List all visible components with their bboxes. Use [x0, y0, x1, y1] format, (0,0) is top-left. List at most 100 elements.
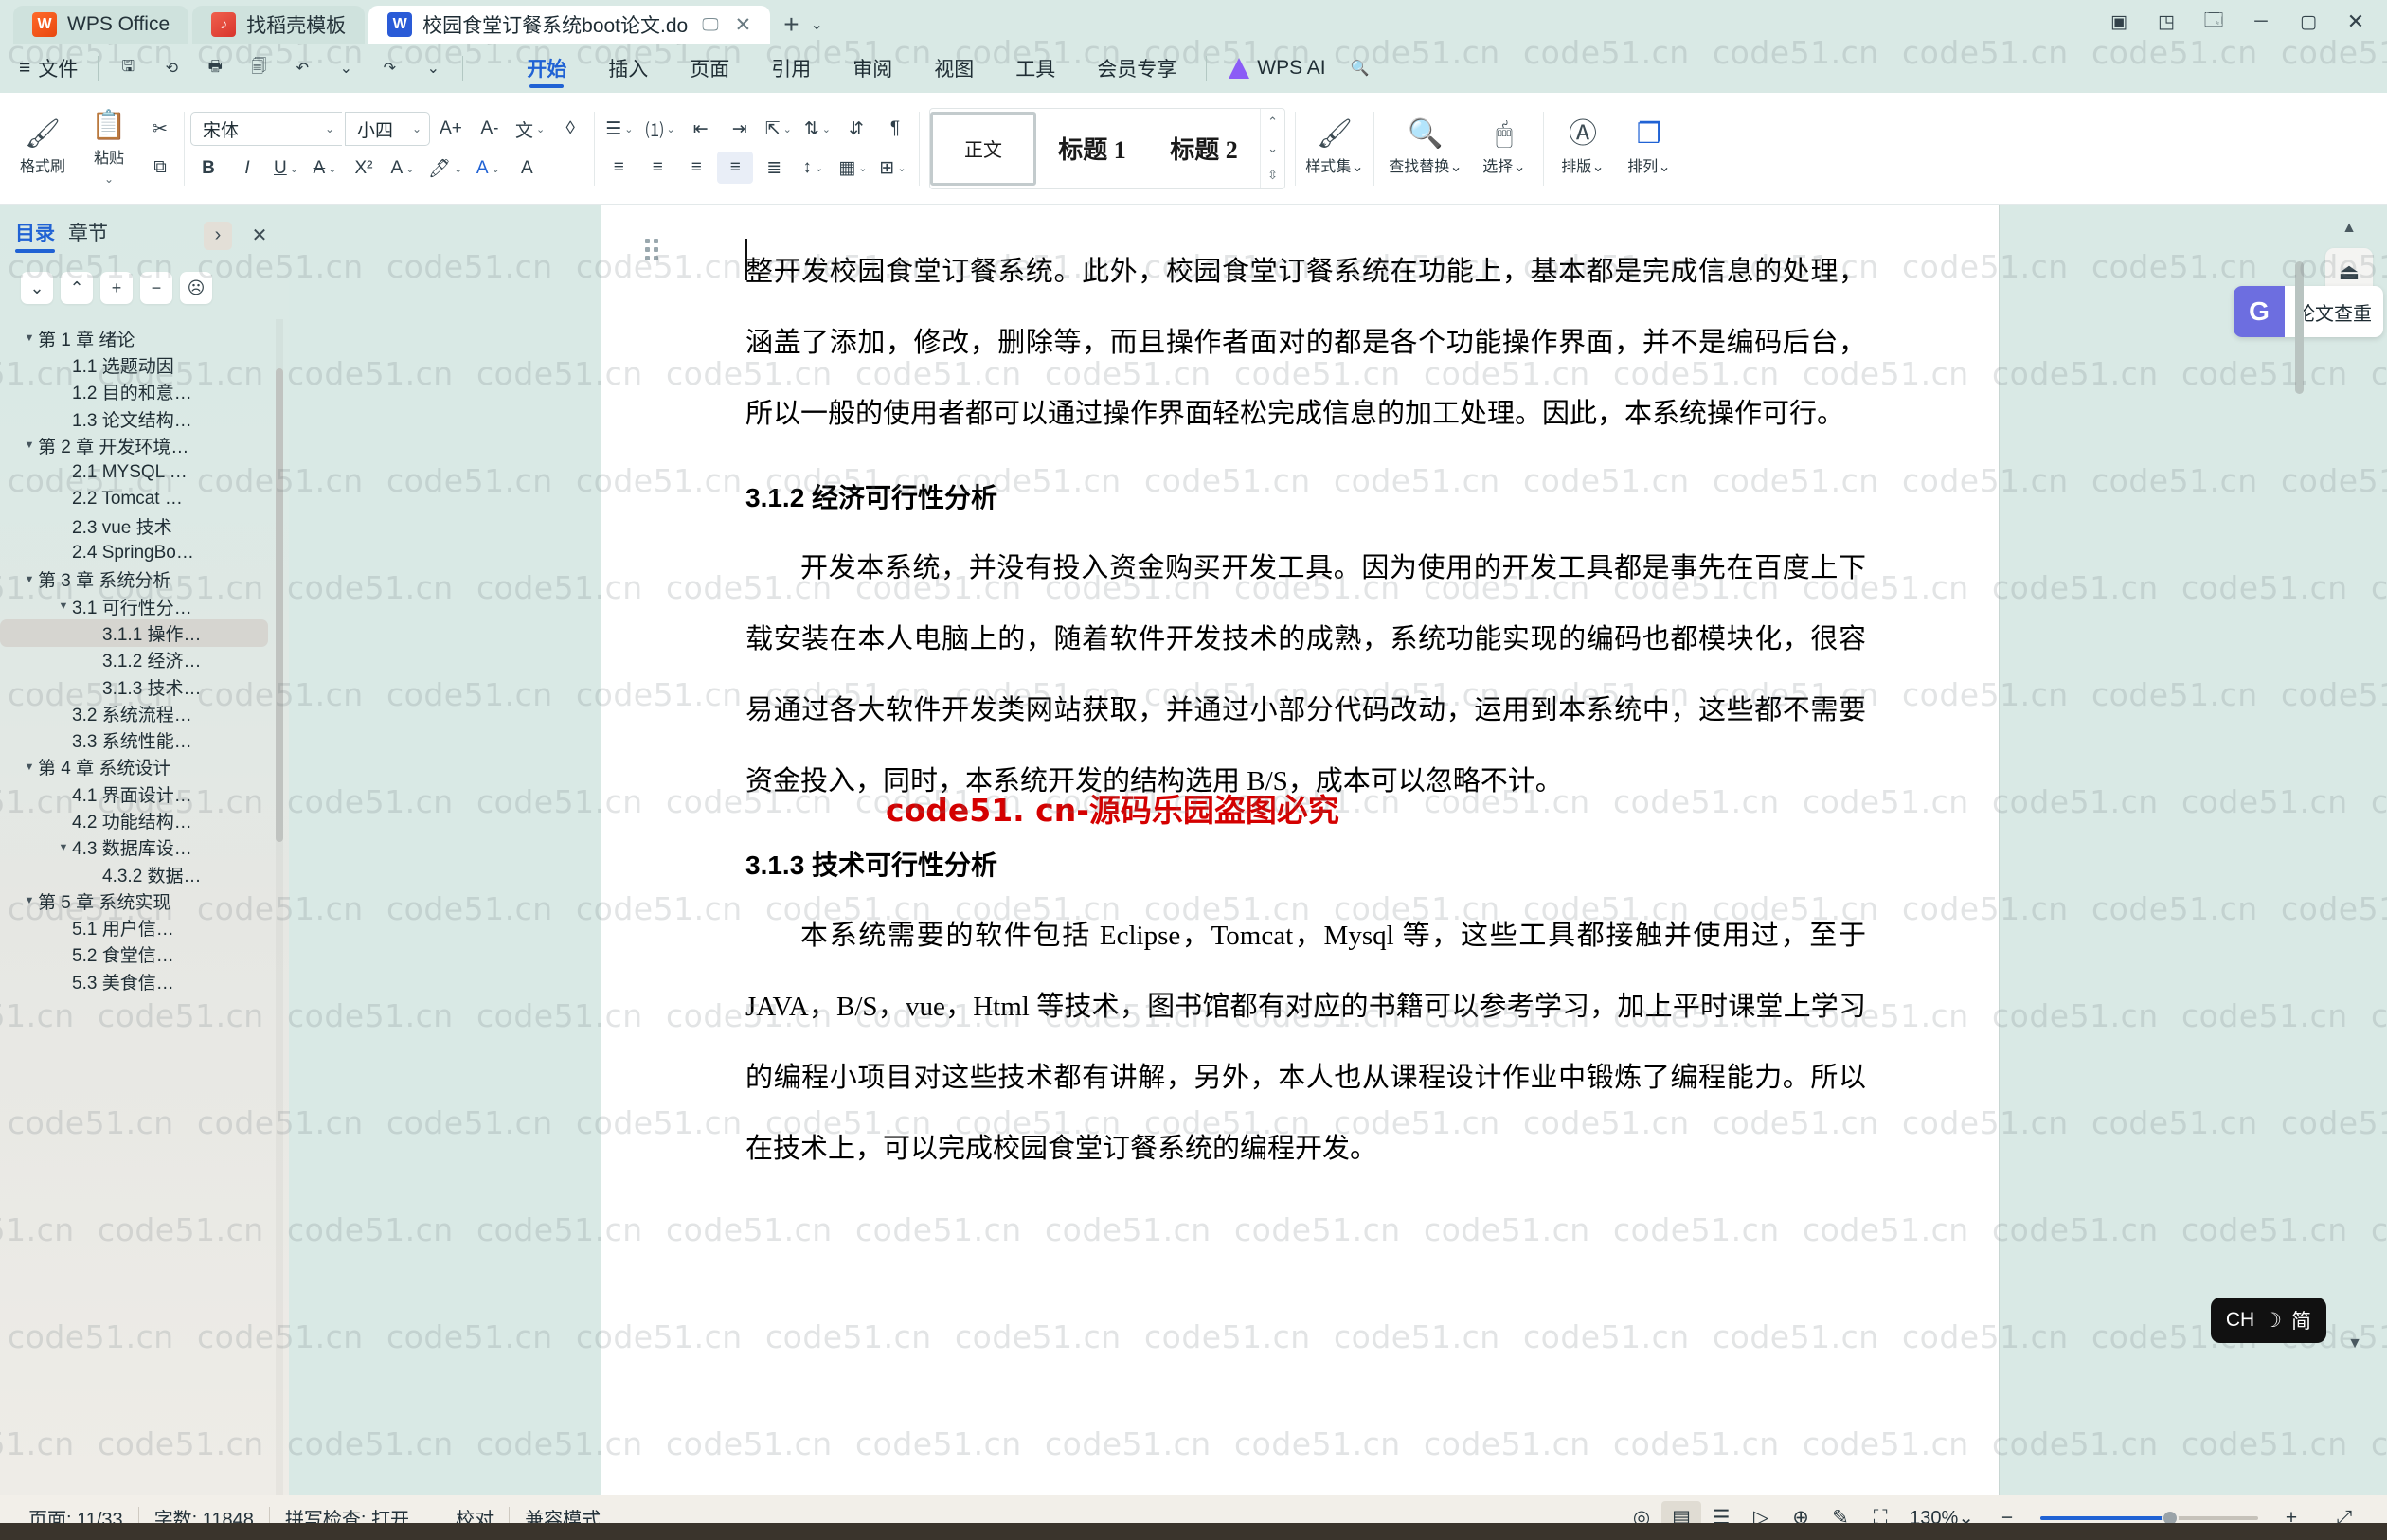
expand-down-icon[interactable]: ⌄ — [21, 272, 53, 304]
underline-button[interactable]: U ⌄ — [268, 152, 304, 185]
screenshot-icon[interactable]: 🗔 — [2192, 6, 2235, 38]
scroll-down-icon[interactable]: ▼ — [2347, 1335, 2362, 1352]
tab-monitor-icon[interactable]: 🖵 — [702, 15, 718, 35]
grow-font-button[interactable]: A+ — [433, 113, 469, 145]
outline-item[interactable]: 2.2 Tomcat … — [0, 486, 289, 512]
new-tab-area[interactable]: + ⌄ — [783, 11, 823, 38]
document-heading[interactable]: 3.1.3 技术可行性分析 — [745, 831, 1866, 901]
tab-document-active[interactable]: W 校园食堂订餐系统boot论文.do 🖵 ✕ — [368, 6, 771, 44]
outline-item[interactable]: ▼ 第 1 章 绪论 — [0, 325, 289, 351]
styles-scroll-up-icon[interactable]: ⌃ — [1267, 115, 1278, 130]
find-replace-button[interactable]: 🔍 查找替换⌄ — [1380, 120, 1471, 176]
font-size-select[interactable]: 小四 ⌄ — [345, 112, 430, 146]
save-icon[interactable]: 🖫 — [107, 49, 149, 87]
paste-button[interactable]: 📋 粘贴 ⌄ — [76, 111, 142, 186]
close-icon[interactable]: ✕ — [245, 222, 274, 250]
style-set-button[interactable]: 🖌 样式集⌄ — [1301, 120, 1368, 176]
outline-item[interactable]: 5.3 美食信… — [0, 968, 289, 994]
typeset-button[interactable]: Ⓐ 排版⌄ — [1550, 120, 1616, 176]
tab-tools[interactable]: 工具 — [995, 46, 1076, 90]
outline-item[interactable]: ▼ 第 4 章 系统设计 — [0, 754, 289, 780]
scroll-up-icon[interactable]: ▲ — [2342, 220, 2357, 237]
file-menu-button[interactable]: ≡ 文件 — [11, 49, 89, 87]
tab-wps-office[interactable]: W WPS Office — [13, 6, 189, 44]
shrink-font-button[interactable]: A- — [472, 113, 508, 145]
italic-button[interactable]: I — [229, 152, 265, 185]
outline-item[interactable]: 1.2 目的和意… — [0, 379, 289, 405]
borders-icon[interactable]: ⊞ ⌄ — [874, 152, 910, 184]
line-spacing-icon[interactable]: ↕ ⌄ — [795, 152, 831, 184]
plagiarism-check-card[interactable]: G 论文查重 — [2234, 286, 2383, 337]
char-border-button[interactable]: A — [509, 152, 545, 185]
align-left-icon[interactable]: ≡ — [601, 152, 637, 184]
distribute-icon[interactable]: ≣ — [756, 152, 792, 184]
paragraph-layout-icon[interactable]: ⇅ ⌄ — [799, 113, 835, 145]
style-heading-2[interactable]: 标题 2 — [1148, 109, 1260, 188]
tab-docer-template[interactable]: ♪ 找稻壳模板 — [192, 6, 366, 44]
style-normal[interactable]: 正文 — [930, 111, 1037, 186]
zoom-slider[interactable] — [2040, 1509, 2258, 1527]
show-marks-icon[interactable]: ¶ — [877, 113, 913, 145]
outline-item[interactable]: 4.3.2 数据… — [0, 861, 289, 887]
text-direction-icon[interactable]: ⇱ ⌄ — [761, 113, 797, 145]
minus-icon[interactable]: − — [140, 272, 172, 304]
decrease-indent-icon[interactable]: ⇤ — [683, 113, 719, 145]
numbered-list-icon[interactable]: ⑴ ⌄ — [641, 113, 680, 145]
sort-icon[interactable]: ⇵ — [838, 113, 874, 145]
tab-start[interactable]: 开始 — [506, 46, 587, 90]
outline-item[interactable]: ▼ 3.1 可行性分… — [0, 593, 289, 619]
bold-button[interactable]: B — [190, 152, 226, 185]
chevron-down-icon[interactable]: ▼ — [21, 439, 38, 451]
outline-item[interactable]: ▼ 第 5 章 系统实现 — [0, 887, 289, 914]
chevron-down-icon[interactable]: ▼ — [21, 761, 38, 773]
redo-icon[interactable]: ↷ — [368, 49, 410, 87]
collapse-up-icon[interactable]: ⌃ — [61, 272, 93, 304]
ime-indicator[interactable]: CH ☽ 简 — [2210, 1298, 2326, 1343]
customize-toolbar-icon[interactable]: ⌄ — [412, 49, 454, 87]
document-page[interactable]: 整开发校园食堂订餐系统。此外，校园食堂订餐系统在功能上，基本都是完成信息的处理，… — [601, 205, 1999, 1495]
outline-item[interactable]: 3.1.1 操作… — [0, 619, 268, 647]
phonetic-guide-button[interactable]: 文 ⌄ — [511, 113, 549, 145]
styles-expand-icon[interactable]: ⇳ — [1267, 168, 1278, 183]
outline-item[interactable]: 1.3 论文结构… — [0, 405, 289, 432]
sidebar-toggle-icon[interactable]: ▣ — [2097, 6, 2141, 38]
paragraph-handle-icon[interactable] — [645, 239, 666, 263]
cloud-sync-icon[interactable]: ⟲ — [151, 49, 192, 87]
tab-review[interactable]: 审阅 — [832, 46, 913, 90]
close-button[interactable]: ✕ — [2334, 6, 2378, 38]
outline-item[interactable]: ▼ 第 3 章 系统分析 — [0, 566, 289, 593]
cut-icon[interactable]: ✂ — [142, 113, 178, 145]
tab-reference[interactable]: 引用 — [750, 46, 832, 90]
outline-item[interactable]: ▼ 4.3 数据库设… — [0, 834, 289, 861]
document-scrollbar[interactable] — [2295, 261, 2304, 394]
outline-item[interactable]: 3.1.2 经济… — [0, 647, 289, 673]
document-paragraph[interactable]: 整开发校园食堂订餐系统。此外，校园食堂订餐系统在功能上，基本都是完成信息的处理，… — [745, 237, 1866, 450]
tab-view[interactable]: 视图 — [913, 46, 995, 90]
subscript-button[interactable]: A ⌄ — [385, 152, 421, 185]
outline-item[interactable]: 4.1 界面设计… — [0, 780, 289, 807]
undo-dropdown-icon[interactable]: ⌄ — [325, 49, 367, 87]
superscript-button[interactable]: X² — [346, 152, 382, 185]
document-paragraph[interactable]: 本系统需要的软件包括 Eclipse，Tomcat，Mysql 等，这些工具都接… — [745, 901, 1866, 1185]
outline-item[interactable]: 2.4 SpringBo… — [0, 539, 289, 565]
copy-icon[interactable]: ⧉ — [142, 152, 178, 184]
sidebar-tab-contents[interactable]: 目录 — [15, 218, 55, 253]
face-icon[interactable]: ☹ — [180, 272, 212, 304]
bullet-list-icon[interactable]: ☰ ⌄ — [601, 113, 637, 145]
minimize-button[interactable]: ─ — [2239, 6, 2283, 38]
align-justify-icon[interactable]: ≡ — [717, 152, 754, 184]
layout-toggle-icon[interactable]: ◳ — [2145, 6, 2188, 38]
tab-page[interactable]: 页面 — [669, 46, 750, 90]
align-center-icon[interactable]: ≡ — [639, 152, 675, 184]
print-icon[interactable]: 🖶 — [194, 49, 236, 87]
new-tab-button[interactable]: + — [783, 11, 799, 38]
font-name-select[interactable]: 宋体 ⌄ — [190, 112, 342, 146]
outline-item[interactable]: 4.2 功能结构… — [0, 807, 289, 833]
undo-icon[interactable]: ↶ — [281, 49, 323, 87]
outline-item[interactable]: 3.1.3 技术… — [0, 673, 289, 700]
shading-icon[interactable]: ▦ ⌄ — [834, 152, 871, 184]
arrange-button[interactable]: ❐ 排列⌄ — [1616, 120, 1682, 176]
styles-scroll-down-icon[interactable]: ⌄ — [1267, 141, 1278, 156]
strikethrough-button[interactable]: A ⌄ — [307, 152, 343, 185]
format-painter-button[interactable]: 🖌 格式刷 — [9, 120, 76, 176]
